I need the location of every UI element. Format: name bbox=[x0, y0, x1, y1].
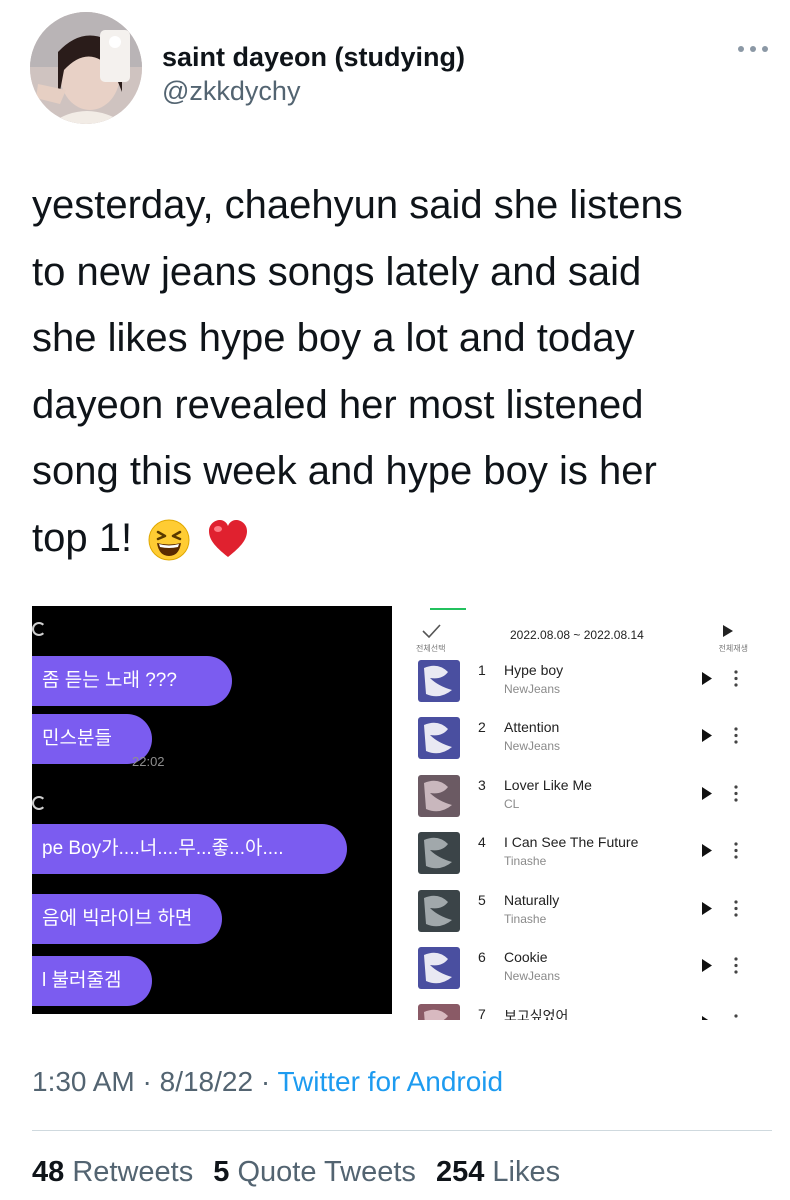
track-title[interactable]: 보고싶었어 bbox=[504, 1006, 568, 1020]
reply-marker-icon bbox=[32, 796, 46, 810]
tweet-line: dayeon revealed her most listened bbox=[32, 382, 644, 427]
play-icon[interactable] bbox=[702, 901, 712, 915]
play-icon[interactable] bbox=[702, 786, 712, 800]
more-vertical-icon[interactable] bbox=[734, 1014, 738, 1020]
tweet-time[interactable]: 1:30 AM bbox=[32, 1066, 135, 1097]
tweet-header: saint dayeon (studying) @zkkdychy bbox=[30, 12, 770, 124]
profile-photo-icon bbox=[30, 12, 142, 124]
tweet-line: to new jeans songs lately and said bbox=[32, 249, 642, 294]
play-icon[interactable] bbox=[702, 672, 712, 685]
track-artist[interactable]: NewJeans bbox=[504, 739, 560, 753]
red-heart-icon bbox=[209, 519, 248, 557]
play-icon[interactable] bbox=[702, 959, 712, 972]
chat-bubble: pe Boy가....너....무...좋...아.... bbox=[32, 824, 347, 874]
play-icon[interactable] bbox=[702, 1016, 712, 1020]
track-title[interactable]: Naturally bbox=[504, 892, 559, 908]
tweet-line: top 1! bbox=[32, 515, 133, 560]
avatar[interactable] bbox=[30, 12, 142, 124]
track-rank: 3 bbox=[478, 776, 486, 793]
meta-separator: · bbox=[142, 1066, 152, 1097]
retweets-count: 48 bbox=[32, 1156, 65, 1188]
tweet-media[interactable]: 좀 듣는 노래 ??? 민스분들 22:02 pe Boy가....너....무… bbox=[32, 600, 772, 1020]
more-vertical-icon[interactable] bbox=[734, 670, 738, 687]
play-all-icon[interactable] bbox=[722, 624, 734, 638]
track-rank: 7 bbox=[478, 1006, 486, 1020]
chat-timestamp: 22:02 bbox=[132, 754, 165, 769]
quotes-label: Quote Tweets bbox=[237, 1156, 416, 1188]
tweet-stats: 48 Retweets 5 Quote Tweets 254 Likes bbox=[32, 1156, 560, 1189]
quotes-count: 5 bbox=[213, 1156, 230, 1188]
more-vertical-icon[interactable] bbox=[734, 957, 738, 974]
track-row[interactable]: 4 I Can See The Future Tinashe bbox=[402, 832, 772, 888]
active-indicator bbox=[430, 608, 466, 610]
display-name[interactable]: saint dayeon (studying) bbox=[162, 42, 465, 73]
track-rank: 5 bbox=[478, 891, 486, 908]
chat-bubble: l 불러줄겜 bbox=[32, 956, 152, 1006]
likes-label: Likes bbox=[492, 1156, 561, 1188]
username-handle[interactable]: @zkkdychy bbox=[162, 76, 300, 107]
album-art-icon bbox=[418, 889, 460, 932]
reply-marker-icon bbox=[32, 622, 46, 636]
album-art-icon bbox=[418, 832, 460, 875]
quotes-stat[interactable]: 5 Quote Tweets bbox=[213, 1156, 416, 1188]
album-art-icon bbox=[418, 660, 460, 702]
track-artist[interactable]: Tinashe bbox=[504, 912, 546, 926]
more-vertical-icon[interactable] bbox=[734, 842, 738, 859]
track-title[interactable]: Hype boy bbox=[504, 662, 563, 678]
tweet-line: song this week and hype boy is her bbox=[32, 449, 657, 493]
album-art-icon bbox=[418, 717, 460, 760]
chat-bubble: 음에 빅라이브 하면 bbox=[32, 894, 222, 944]
retweets-stat[interactable]: 48 Retweets bbox=[32, 1156, 193, 1188]
play-icon[interactable] bbox=[702, 729, 712, 743]
track-artist[interactable]: NewJeans bbox=[504, 969, 560, 983]
likes-stat[interactable]: 254 Likes bbox=[436, 1156, 560, 1188]
play-icon[interactable] bbox=[702, 844, 712, 858]
divider bbox=[32, 1130, 772, 1131]
album-art-icon bbox=[418, 774, 460, 817]
tweet-date[interactable]: 8/18/22 bbox=[160, 1066, 253, 1097]
track-title[interactable]: I Can See The Future bbox=[504, 834, 638, 850]
album-art-icon bbox=[418, 947, 460, 989]
more-vertical-icon[interactable] bbox=[734, 899, 738, 917]
likes-count: 254 bbox=[435, 1156, 485, 1188]
tweet-text: yesterday, chaehyun said she listens to … bbox=[32, 172, 772, 571]
play-all-label[interactable]: 전체재생 bbox=[719, 643, 748, 654]
tweet-source[interactable]: Twitter for Android bbox=[277, 1066, 503, 1097]
track-rank: 2 bbox=[478, 719, 486, 736]
checkmark-icon[interactable] bbox=[420, 622, 442, 640]
track-artist[interactable]: CL bbox=[504, 797, 519, 811]
tweet-meta: 1:30 AM · 8/18/22 · Twitter for Android bbox=[32, 1066, 503, 1098]
track-artist[interactable]: NewJeans bbox=[504, 682, 560, 696]
track-row[interactable]: 2 Attention NewJeans bbox=[402, 717, 772, 773]
playlist-screenshot[interactable]: 전체선택 2022.08.08 ~ 2022.08.14 전체재생 1 Hype … bbox=[402, 600, 772, 1020]
track-row[interactable]: 6 Cookie NewJeans bbox=[402, 947, 772, 1003]
track-rank: 4 bbox=[478, 834, 486, 851]
meta-separator: · bbox=[260, 1066, 271, 1097]
track-title[interactable]: Attention bbox=[504, 719, 559, 735]
track-title[interactable]: Lover Like Me bbox=[504, 777, 592, 793]
track-row[interactable]: 3 Lover Like Me CL bbox=[402, 774, 772, 831]
album-art-icon bbox=[418, 1004, 460, 1020]
track-artist[interactable]: Tinashe bbox=[504, 854, 546, 868]
track-title[interactable]: Cookie bbox=[504, 949, 548, 965]
date-range: 2022.08.08 ~ 2022.08.14 bbox=[510, 628, 644, 642]
chat-bubble: 좀 듣는 노래 ??? bbox=[32, 656, 232, 706]
tweet-line: she likes hype boy a lot and today bbox=[32, 316, 635, 360]
track-row[interactable]: 7 보고싶었어 bbox=[402, 1004, 772, 1020]
track-row[interactable]: 5 Naturally Tinashe bbox=[402, 889, 772, 946]
more-vertical-icon[interactable] bbox=[734, 727, 738, 744]
retweets-label: Retweets bbox=[72, 1156, 194, 1188]
grinning-squinting-face-icon bbox=[148, 519, 190, 561]
more-vertical-icon[interactable] bbox=[734, 785, 738, 802]
chat-screenshot[interactable]: 좀 듣는 노래 ??? 민스분들 22:02 pe Boy가....너....무… bbox=[32, 606, 392, 1014]
select-all-label[interactable]: 전체선택 bbox=[416, 643, 445, 654]
track-rank: 6 bbox=[478, 949, 486, 965]
more-options-icon[interactable] bbox=[736, 42, 770, 56]
tweet-line: yesterday, chaehyun said she listens bbox=[32, 183, 683, 227]
tweet-line-last: top 1! bbox=[32, 505, 772, 572]
track-row[interactable]: 1 Hype boy NewJeans bbox=[402, 660, 772, 716]
track-rank: 1 bbox=[478, 662, 486, 678]
